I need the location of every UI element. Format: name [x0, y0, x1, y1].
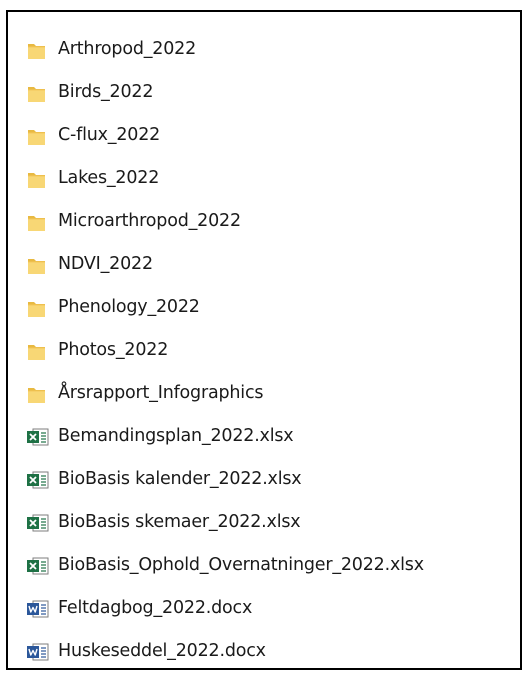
folder-item[interactable]: C-flux_2022 — [26, 114, 424, 157]
folder-item[interactable]: Årsrapport_Infographics — [26, 372, 424, 415]
folder-icon — [26, 211, 58, 233]
file-name: Phenology_2022 — [58, 296, 200, 317]
file-item[interactable]: Feltdagbog_2022.docx — [26, 587, 424, 630]
folder-icon — [26, 297, 58, 319]
folder-icon — [26, 82, 58, 104]
file-name: C-flux_2022 — [58, 124, 161, 145]
file-name: Arthropod_2022 — [58, 38, 197, 59]
folder-item[interactable]: Phenology_2022 — [26, 286, 424, 329]
file-item[interactable]: BioBasis kalender_2022.xlsx — [26, 458, 424, 501]
file-name: Photos_2022 — [58, 339, 169, 360]
file-name: NDVI_2022 — [58, 253, 153, 274]
file-name: Microarthropod_2022 — [58, 210, 241, 231]
file-name: Årsrapport_Infographics — [58, 382, 264, 403]
folder-icon — [26, 340, 58, 362]
folder-icon — [26, 125, 58, 147]
word-file-icon — [26, 598, 58, 620]
file-list: Arthropod_2022 Birds_2022 C-flux_2022 La… — [26, 28, 424, 673]
file-item[interactable]: BioBasis_Ophold_Overnatninger_2022.xlsx — [26, 544, 424, 587]
file-name: BioBasis skemaer_2022.xlsx — [58, 511, 301, 532]
folder-icon — [26, 168, 58, 190]
file-name: Birds_2022 — [58, 81, 154, 102]
file-name: Feltdagbog_2022.docx — [58, 597, 253, 618]
folder-icon — [26, 254, 58, 276]
folder-icon — [26, 39, 58, 61]
file-name: Bemandingsplan_2022.xlsx — [58, 425, 294, 446]
excel-file-icon — [26, 512, 58, 534]
folder-item[interactable]: Microarthropod_2022 — [26, 200, 424, 243]
file-item[interactable]: BioBasis skemaer_2022.xlsx — [26, 501, 424, 544]
folder-item[interactable]: Arthropod_2022 — [26, 28, 424, 71]
excel-file-icon — [26, 469, 58, 491]
folder-item[interactable]: Photos_2022 — [26, 329, 424, 372]
file-name: Huskeseddel_2022.docx — [58, 640, 266, 661]
file-name: BioBasis kalender_2022.xlsx — [58, 468, 302, 489]
folder-icon — [26, 383, 58, 405]
word-file-icon — [26, 641, 58, 663]
folder-item[interactable]: Lakes_2022 — [26, 157, 424, 200]
file-item[interactable]: Huskeseddel_2022.docx — [26, 630, 424, 673]
excel-file-icon — [26, 555, 58, 577]
file-name: BioBasis_Ophold_Overnatninger_2022.xlsx — [58, 554, 424, 575]
folder-item[interactable]: Birds_2022 — [26, 71, 424, 114]
file-name: Lakes_2022 — [58, 167, 160, 188]
file-item[interactable]: Bemandingsplan_2022.xlsx — [26, 415, 424, 458]
folder-item[interactable]: NDVI_2022 — [26, 243, 424, 286]
excel-file-icon — [26, 426, 58, 448]
